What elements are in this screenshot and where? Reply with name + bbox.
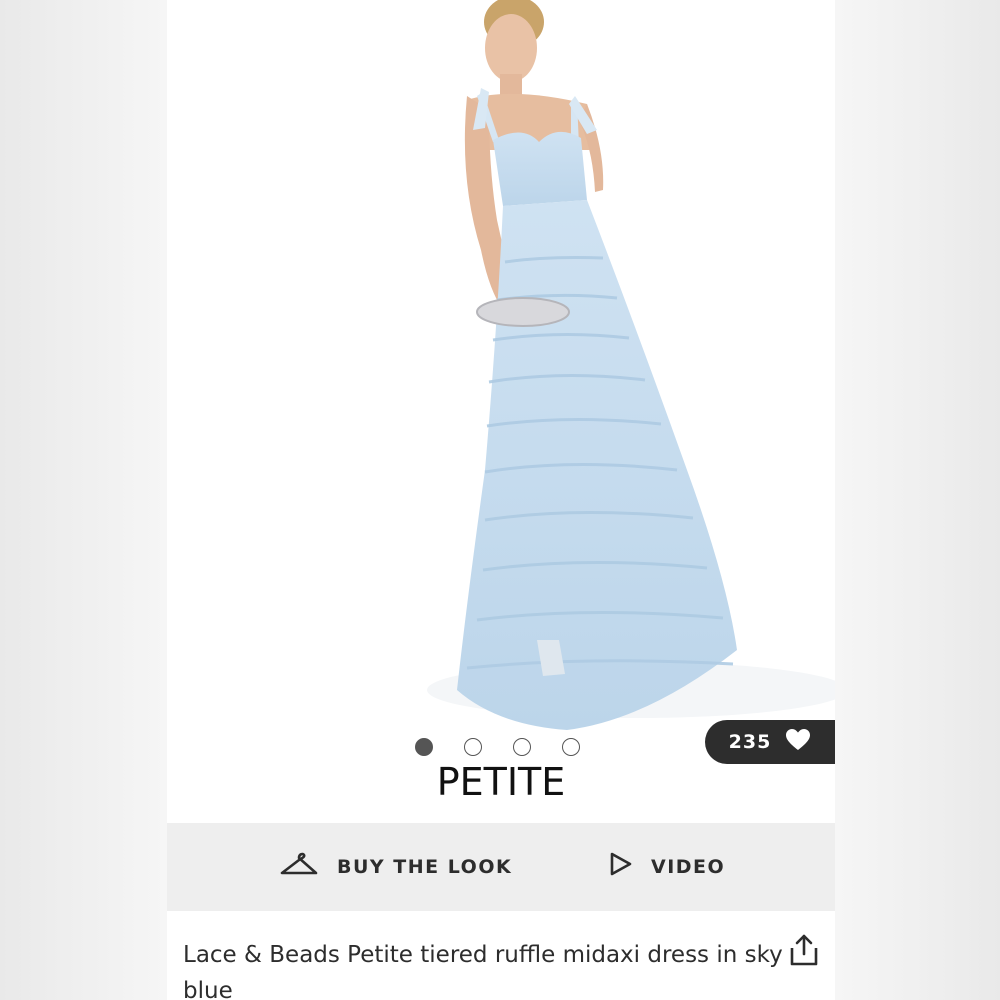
- hanger-icon: [279, 851, 319, 882]
- pagination-dot-3[interactable]: [513, 738, 531, 756]
- video-label: VIDEO: [651, 855, 726, 878]
- pagination-dot-1[interactable]: [415, 738, 433, 756]
- action-bar: BUY THE LOOK VIDEO: [167, 823, 835, 911]
- pagination-dot-4[interactable]: [562, 738, 580, 756]
- buy-the-look-button[interactable]: BUY THE LOOK: [279, 851, 512, 882]
- product-title: Lace & Beads Petite tiered ruffle midaxi…: [183, 942, 783, 1000]
- background-left: [0, 0, 167, 1000]
- likes-count: 235: [728, 731, 772, 753]
- heart-icon[interactable]: [785, 728, 811, 756]
- gallery-pagination: [415, 738, 580, 756]
- likes-badge[interactable]: 235: [705, 720, 835, 764]
- product-gallery[interactable]: 235 PETITE: [167, 0, 835, 823]
- video-button[interactable]: VIDEO: [609, 851, 725, 882]
- play-icon: [609, 851, 633, 882]
- product-page: 235 PETITE BUY THE LOOK VIDEO Lace & Bea…: [167, 0, 835, 1000]
- product-description: Lace & Beads Petite tiered ruffle midaxi…: [167, 911, 835, 1000]
- share-icon[interactable]: [789, 933, 819, 971]
- range-label: PETITE: [436, 760, 566, 804]
- background-right: [835, 0, 1000, 1000]
- pagination-dot-2[interactable]: [464, 738, 482, 756]
- product-image[interactable]: [167, 0, 835, 740]
- buy-the-look-label: BUY THE LOOK: [337, 855, 513, 878]
